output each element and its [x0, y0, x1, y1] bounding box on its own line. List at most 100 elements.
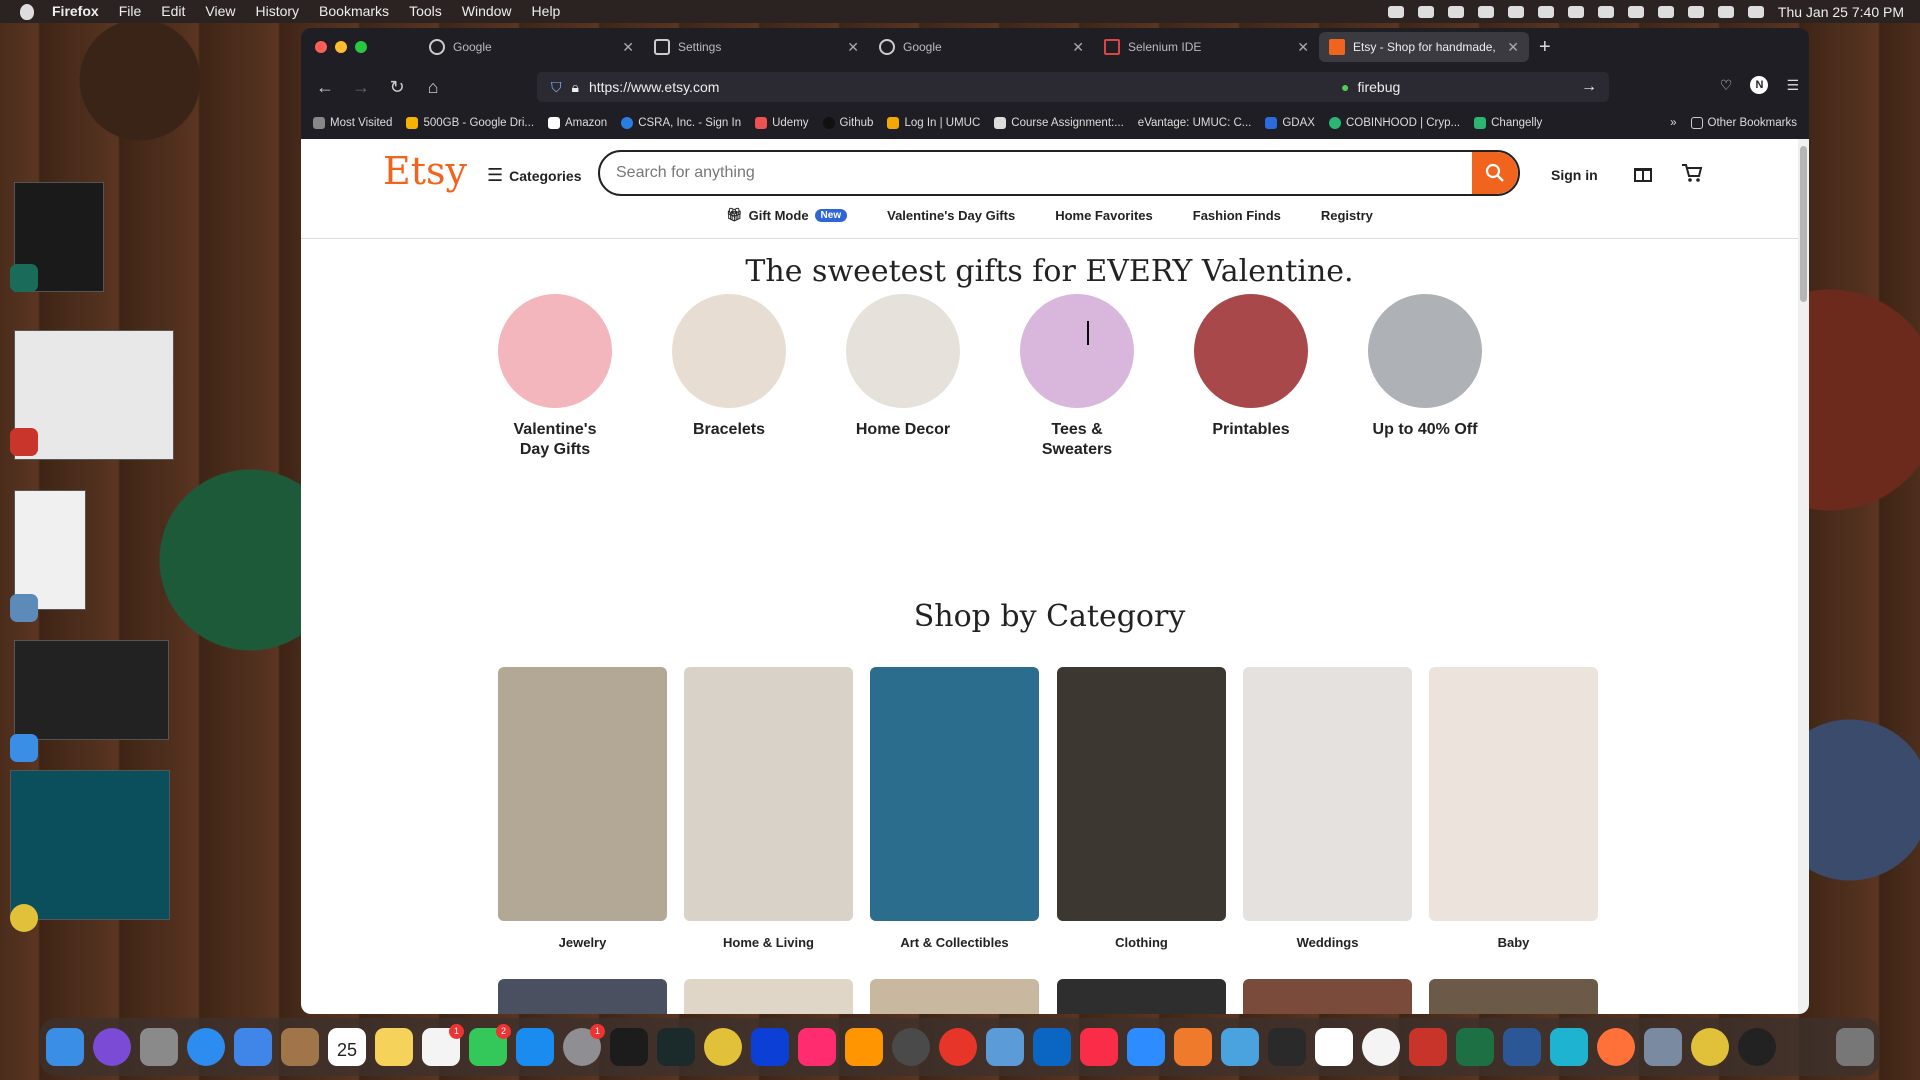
notes-icon[interactable]	[375, 1028, 413, 1066]
other-bookmarks[interactable]: Other Bookmarks	[1690, 117, 1797, 129]
firefox-icon[interactable]	[1597, 1028, 1635, 1066]
activity-monitor-icon[interactable]	[657, 1028, 695, 1066]
maximize-window-button[interactable]	[355, 41, 367, 53]
category-tile-art-collectibles[interactable]: Art & Collectibles	[870, 667, 1039, 950]
window-thumbnail[interactable]	[10, 770, 170, 920]
category-circle-printables[interactable]: Printables	[1176, 294, 1326, 440]
chrome-icon[interactable]	[1691, 1028, 1729, 1066]
minimize-window-button[interactable]	[335, 41, 347, 53]
menu-view[interactable]: View	[195, 0, 245, 23]
vlc-icon[interactable]	[1174, 1028, 1212, 1066]
category-circle-bracelets[interactable]: Bracelets	[654, 294, 804, 440]
bookmark-cobinhood[interactable]: COBINHOOD | Cryp...	[1328, 117, 1460, 129]
network-icon[interactable]	[1567, 5, 1584, 18]
contacts-icon[interactable]	[281, 1028, 319, 1066]
acrobat-icon[interactable]	[1409, 1028, 1447, 1066]
bookmark-csra[interactable]: CSRA, Inc. - Sign In	[621, 117, 741, 129]
siri-icon[interactable]	[93, 1028, 131, 1066]
terminal-icon[interactable]	[610, 1028, 648, 1066]
etsy-logo[interactable]: Etsy	[383, 149, 467, 193]
sign-in-link[interactable]: Sign in	[1551, 167, 1598, 183]
menu-bookmarks[interactable]: Bookmarks	[309, 0, 399, 23]
window-thumbnail[interactable]	[14, 640, 169, 740]
tab-settings[interactable]: Settings ✕	[644, 32, 869, 62]
menu-icon[interactable]: ☰	[1786, 77, 1799, 94]
shield-icon[interactable]: ⛉	[551, 79, 562, 96]
sublime-icon[interactable]	[845, 1028, 883, 1066]
bookmark-github[interactable]: Github	[822, 117, 873, 129]
clock-icon[interactable]	[1362, 1028, 1400, 1066]
category-tile-partial[interactable]	[1243, 979, 1412, 1014]
nav-home-favorites[interactable]: Home Favorites	[1055, 207, 1153, 223]
wifi-icon[interactable]	[1627, 5, 1644, 18]
category-circle-tees-sweaters[interactable]: Tees & Sweaters	[1002, 294, 1152, 460]
category-tile-partial[interactable]	[870, 979, 1039, 1014]
category-tile-partial[interactable]	[684, 979, 853, 1014]
menubar-clock[interactable]: Thu Jan 25 7:40 PM	[1778, 4, 1904, 20]
menu-tools[interactable]: Tools	[399, 0, 452, 23]
trash-icon[interactable]	[1836, 1028, 1874, 1066]
menu-file[interactable]: File	[109, 0, 152, 23]
bookmark-udemy[interactable]: Udemy	[755, 117, 809, 129]
bookmark-umuc[interactable]: Log In | UMUC	[887, 117, 980, 129]
word-icon[interactable]	[1503, 1028, 1541, 1066]
bookmark-changelly[interactable]: Changelly	[1474, 117, 1542, 129]
tab-google-2[interactable]: Google ✕	[869, 32, 1094, 62]
system-settings-icon[interactable]: 1	[563, 1024, 605, 1066]
launchpad-icon[interactable]	[140, 1028, 178, 1066]
siri-icon[interactable]	[1747, 5, 1764, 18]
intellij-icon[interactable]	[798, 1028, 836, 1066]
cloud-icon[interactable]	[1477, 5, 1494, 18]
zoom-icon[interactable]	[1127, 1028, 1165, 1066]
nav-fashion-finds[interactable]: Fashion Finds	[1193, 207, 1281, 223]
user-icon[interactable]	[1657, 5, 1674, 18]
nav-registry[interactable]: Registry	[1321, 207, 1373, 223]
forward-arrow-icon[interactable]: →	[343, 77, 379, 98]
search-button[interactable]	[1472, 152, 1518, 194]
messages-icon[interactable]: 2	[469, 1024, 511, 1066]
nav-gift-mode[interactable]: 🎁︎ Gift Mode New	[726, 207, 848, 223]
menu-history[interactable]: History	[245, 0, 309, 23]
app-store-icon[interactable]	[516, 1028, 554, 1066]
reload-icon[interactable]: ↻	[379, 77, 415, 98]
scrollbar-thumb[interactable]	[1800, 146, 1807, 302]
music-icon[interactable]	[1080, 1028, 1118, 1066]
category-tile-baby[interactable]: Baby	[1429, 667, 1598, 950]
chevron-right-icon[interactable]: »	[1670, 117, 1676, 129]
search-icon[interactable]	[1687, 5, 1704, 18]
bookmark-google-drive[interactable]: 500GB - Google Dri...	[406, 117, 534, 129]
app-icon[interactable]	[1738, 1028, 1776, 1066]
bookmark-course-assignment[interactable]: Course Assignment:...	[994, 117, 1124, 129]
chrome-icon[interactable]	[10, 904, 38, 932]
app-icon[interactable]	[986, 1028, 1024, 1066]
preview-icon[interactable]	[10, 594, 38, 622]
category-tile-partial[interactable]	[498, 979, 667, 1014]
cart-icon[interactable]	[1681, 163, 1703, 183]
chrome-icon[interactable]	[704, 1028, 742, 1066]
window-thumbnail[interactable]	[14, 490, 86, 610]
activity-monitor-icon[interactable]	[10, 264, 38, 292]
category-circle-valentines-day-gifts[interactable]: Valentine's Day Gifts	[480, 294, 630, 460]
close-icon[interactable]: ✕	[1072, 39, 1084, 56]
slack-icon[interactable]	[1315, 1028, 1353, 1066]
calendar-icon[interactable]: 25	[328, 1028, 366, 1066]
bookmark-amazon[interactable]: Amazon	[548, 117, 607, 129]
menu-help[interactable]: Help	[522, 0, 571, 23]
category-circle-home-decor[interactable]: Home Decor	[828, 294, 978, 440]
finder-icon[interactable]	[10, 734, 38, 762]
pocket-icon[interactable]: ♡	[1720, 77, 1733, 94]
app-icon[interactable]	[1550, 1028, 1588, 1066]
tab-etsy[interactable]: Etsy - Shop for handmade, vinta ✕	[1319, 32, 1529, 62]
status-app-icon[interactable]	[1417, 5, 1434, 18]
powerpoint-icon[interactable]	[10, 428, 38, 456]
category-tile-home-living[interactable]: Home & Living	[684, 667, 853, 950]
excel-icon[interactable]	[1456, 1028, 1494, 1066]
gift-icon[interactable]	[1633, 163, 1653, 183]
search-bar[interactable]: ● firebug →	[1329, 72, 1609, 102]
tab-selenium-ide[interactable]: Selenium IDE ✕	[1094, 32, 1319, 62]
category-tile-partial[interactable]	[1057, 979, 1226, 1014]
apple-icon[interactable]	[20, 3, 34, 20]
freeform-icon[interactable]	[1221, 1028, 1259, 1066]
app-icon[interactable]	[892, 1028, 930, 1066]
url-bar[interactable]: ⛉ 🔒︎ https://www.etsy.com ☆	[537, 72, 1373, 102]
